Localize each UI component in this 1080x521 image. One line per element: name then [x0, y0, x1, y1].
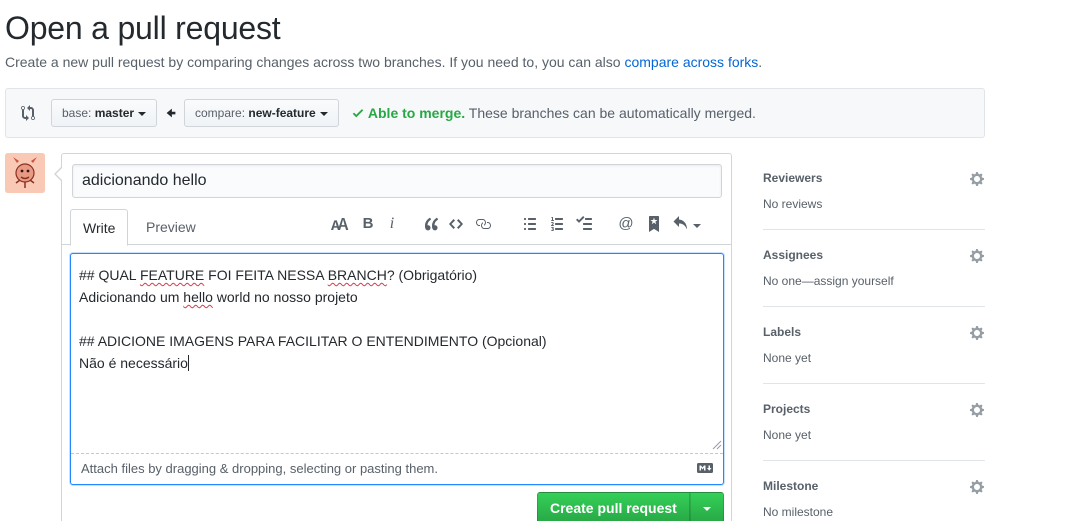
body-text-segment: world no nosso projeto	[212, 289, 358, 305]
pull-request-form: adicionando hello Write Preview B i @ ##…	[54, 153, 732, 521]
body-text-segment: ? (Obrigatório)	[386, 267, 478, 283]
compare-branch-selector[interactable]: compare: new-feature	[184, 99, 339, 127]
body-text-segment: Adicionando um	[79, 289, 184, 305]
chevron-down-icon	[702, 507, 711, 511]
compare-branch-name: new-feature	[248, 106, 316, 120]
merge-status: Able to merge. These branches can be aut…	[352, 105, 756, 121]
submit-options-dropdown[interactable]	[689, 492, 724, 521]
gear-icon[interactable]	[969, 171, 985, 187]
attach-divider	[71, 453, 723, 454]
sidebar-projects: Projects None yet	[763, 384, 985, 461]
pr-body-text: ## QUAL FEATURE FOI FEITA NESSA BRANCH? …	[79, 264, 547, 374]
body-text-segment: hello	[183, 289, 213, 305]
chevron-down-icon	[692, 224, 701, 228]
sidebar-value: No milestone	[763, 505, 834, 519]
base-branch-selector[interactable]: base: master	[51, 99, 158, 127]
page-title: Open a pull request	[5, 10, 281, 46]
sidebar-labels: Labels None yet	[763, 307, 985, 384]
bullet-list-icon[interactable]	[520, 214, 540, 234]
body-text-segment: Não é necessário	[79, 355, 188, 371]
italic-icon[interactable]: i	[382, 214, 402, 234]
sidebar-heading[interactable]: Assignees	[763, 248, 823, 262]
create-pull-request-button[interactable]: Create pull request	[537, 492, 690, 521]
sidebar-value: None yet	[763, 351, 812, 365]
bookmark-icon[interactable]	[644, 214, 664, 234]
gear-icon[interactable]	[969, 325, 985, 341]
link-icon[interactable]	[473, 214, 493, 234]
reply-icon[interactable]	[670, 214, 704, 234]
subtitle-text: Create a new pull request by comparing c…	[5, 54, 625, 70]
avatar[interactable]	[5, 153, 45, 193]
compare-across-forks-link[interactable]: compare across forks	[624, 54, 758, 70]
sidebar-value: None yet	[763, 428, 812, 442]
body-text-segment: BRANCH	[327, 267, 387, 283]
task-list-icon[interactable]	[574, 214, 594, 234]
quote-icon[interactable]	[422, 214, 442, 234]
avatar-image	[5, 153, 45, 193]
gear-icon[interactable]	[969, 248, 985, 264]
bold-icon[interactable]: B	[358, 214, 378, 234]
resize-handle-icon[interactable]	[712, 440, 722, 450]
pr-body-textarea[interactable]: ## QUAL FEATURE FOI FEITA NESSA BRANCH? …	[70, 253, 724, 485]
markdown-icon[interactable]	[697, 463, 713, 473]
sidebar-assignees: Assignees No one—assign yourself	[763, 230, 985, 307]
body-text-segment: FOI FEITA NESSA	[204, 267, 328, 283]
page-subtitle: Create a new pull request by comparing c…	[5, 54, 762, 70]
body-text-segment: ## ADICIONE IMAGENS PARA FACILITAR O ENT…	[79, 333, 547, 349]
tab-write[interactable]: Write	[70, 209, 129, 246]
merge-ok-text: Able to merge.	[367, 105, 466, 121]
sidebar-heading[interactable]: Labels	[763, 325, 801, 339]
body-text-segment: FEATURE	[139, 267, 205, 283]
sidebar-value: No reviews	[763, 197, 823, 211]
sidebar-value[interactable]: No one—assign yourself	[763, 274, 894, 288]
attach-files-hint[interactable]: Attach files by dragging & dropping, sel…	[81, 461, 438, 476]
mention-icon[interactable]: @	[616, 214, 636, 234]
base-label: base:	[62, 106, 92, 120]
base-branch-name: master	[94, 106, 135, 120]
submit-button-group: Create pull request	[537, 492, 724, 521]
code-icon[interactable]	[446, 214, 466, 234]
gear-icon[interactable]	[969, 479, 985, 495]
sidebar-milestone: Milestone No milestone	[763, 461, 985, 521]
sidebar-heading[interactable]: Milestone	[763, 479, 818, 493]
sidebar-heading[interactable]: Projects	[763, 402, 810, 416]
merge-message: These branches can be automatically merg…	[465, 105, 756, 121]
gear-icon[interactable]	[969, 402, 985, 418]
compare-label: compare:	[195, 106, 246, 120]
chevron-down-icon	[319, 111, 328, 116]
sidebar-reviewers: Reviewers No reviews	[763, 153, 985, 230]
body-text-segment: ## QUAL	[79, 267, 140, 283]
tab-preview[interactable]: Preview	[134, 209, 208, 245]
sidebar-heading[interactable]: Reviewers	[763, 171, 822, 185]
text-cursor	[187, 355, 189, 371]
text-size-icon[interactable]	[330, 214, 350, 234]
compare-arrows-icon	[21, 105, 35, 121]
subtitle-end: .	[758, 54, 763, 70]
chevron-down-icon	[138, 111, 147, 116]
branch-range-bar: base: master compare: new-feature Able t…	[5, 88, 985, 138]
arrow-left-icon	[166, 108, 176, 118]
pr-title-input[interactable]: adicionando hello	[72, 164, 722, 198]
numbered-list-icon[interactable]	[547, 214, 567, 234]
check-icon	[352, 109, 364, 118]
